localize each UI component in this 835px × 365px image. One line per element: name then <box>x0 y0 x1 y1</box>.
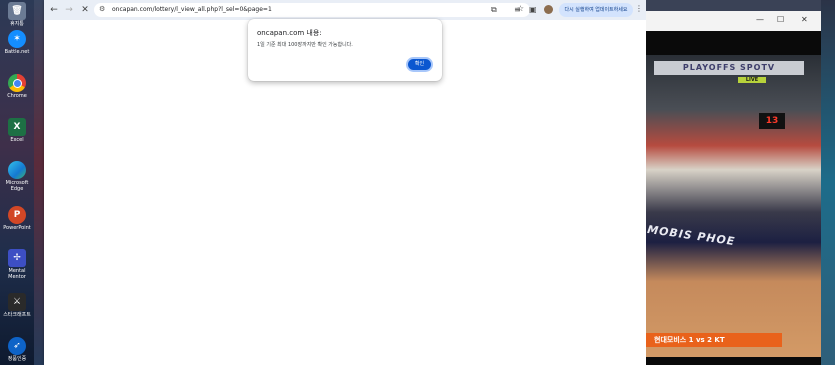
desktop-icon-label: Microsoft Edge <box>5 180 29 192</box>
mental-mentor-shortcut[interactable]: ✢ Mental Mentor <box>2 249 32 280</box>
back-icon[interactable]: ← <box>48 4 60 16</box>
close-icon[interactable]: ✕ <box>801 15 808 24</box>
minimize-icon[interactable]: — <box>756 15 764 24</box>
activation-icon: ➶ <box>8 337 26 355</box>
desktop-icon-label: Excel <box>10 137 24 143</box>
forward-icon[interactable]: → <box>63 4 75 16</box>
edge-shortcut[interactable]: Microsoft Edge <box>2 161 32 192</box>
desktop-icon-label: 휴지통 <box>10 21 24 27</box>
basketball-broadcast-frame[interactable]: PLAYOFFS SPOTV LIVE 13 MOBIS PHOE <box>646 55 821 357</box>
shot-clock: 13 <box>759 113 785 129</box>
desktop-background-right <box>821 0 835 365</box>
address-bar[interactable]: ⚙ oncapan.com/lottery/l_view_all.php?l_s… <box>94 3 530 17</box>
battlenet-shortcut[interactable]: ✶ Battle.net <box>2 30 32 55</box>
dialog-message: 1일 기준 최대 100장까지만 확인 가능합니다. <box>257 42 353 48</box>
desktop-background-top <box>646 0 835 11</box>
desktop-icon-label: Chrome <box>7 93 27 99</box>
arena-banner: PLAYOFFS SPOTV <box>654 61 804 75</box>
chrome-window: ← → ✕ ⚙ oncapan.com/lottery/l_view_all.p… <box>44 0 646 365</box>
desktop-icons-panel: 🗑 휴지통 ✶ Battle.net Chrome X Excel Micros… <box>0 0 44 365</box>
dialog-title: oncapan.com 내용: <box>257 29 322 37</box>
extensions-icon[interactable]: ⧉ <box>491 4 497 16</box>
starcraft-shortcut[interactable]: ⚔ 스타크래프트 <box>2 293 32 318</box>
desktop-background-strip <box>34 0 44 365</box>
desktop-icon-label: PowerPoint <box>3 225 31 231</box>
excel-icon: X <box>8 118 26 136</box>
ok-button[interactable]: 확인 <box>406 57 433 72</box>
alert-dialog: oncapan.com 내용: 1일 기준 최대 100장까지만 확인 가능합니… <box>248 19 442 81</box>
powerpoint-shortcut[interactable]: P PowerPoint <box>2 206 32 231</box>
battlenet-icon: ✶ <box>8 30 26 48</box>
starcraft-icon: ⚔ <box>8 293 26 311</box>
chrome-shortcut[interactable]: Chrome <box>2 74 32 99</box>
edge-icon <box>8 161 26 179</box>
video-letterbox-bottom <box>646 357 821 365</box>
video-player-window: — ☐ ✕ PLAYOFFS SPOTV LIVE 13 MOBIS PHOE … <box>646 11 821 365</box>
desktop-icon-label: Battle.net <box>4 49 30 55</box>
profile-avatar[interactable] <box>544 5 553 14</box>
browser-toolbar: ← → ✕ ⚙ oncapan.com/lottery/l_view_all.p… <box>44 0 646 20</box>
mental-mentor-icon: ✢ <box>8 249 26 267</box>
desktop-icon-label: Mental Mentor <box>8 268 26 280</box>
url-text: oncapan.com/lottery/l_view_all.php?l_sel… <box>112 6 272 13</box>
chrome-icon <box>8 74 26 92</box>
activation-shortcut[interactable]: ➶ 정품인증 <box>2 337 32 362</box>
maximize-icon[interactable]: ☐ <box>777 15 784 24</box>
score-bar: 현대모비스 1 vs 2 KT <box>646 333 782 347</box>
reading-list-icon[interactable]: ≡ <box>514 4 521 16</box>
site-info-icon[interactable]: ⚙ <box>99 5 105 13</box>
more-menu-icon[interactable]: ⋮ <box>635 4 643 13</box>
side-panel-icon[interactable]: ▣ <box>529 4 537 16</box>
trash-icon: 🗑 <box>8 2 26 20</box>
excel-shortcut[interactable]: X Excel <box>2 118 32 143</box>
video-letterbox-top <box>646 31 821 55</box>
court-ad-text: MOBIS PHOE <box>646 222 737 249</box>
powerpoint-icon: P <box>8 206 26 224</box>
stop-loading-icon[interactable]: ✕ <box>79 4 91 16</box>
recycle-bin-icon[interactable]: 🗑 휴지통 <box>2 2 32 27</box>
desktop-icon-label: 스타크래프트 <box>3 312 31 318</box>
live-badge: LIVE <box>738 77 766 83</box>
restart-update-button[interactable]: 다시 실행하여 업데이트하세요 <box>559 3 633 17</box>
desktop-icon-label: 정품인증 <box>7 356 27 362</box>
video-title-bar: — ☐ ✕ <box>646 11 821 31</box>
